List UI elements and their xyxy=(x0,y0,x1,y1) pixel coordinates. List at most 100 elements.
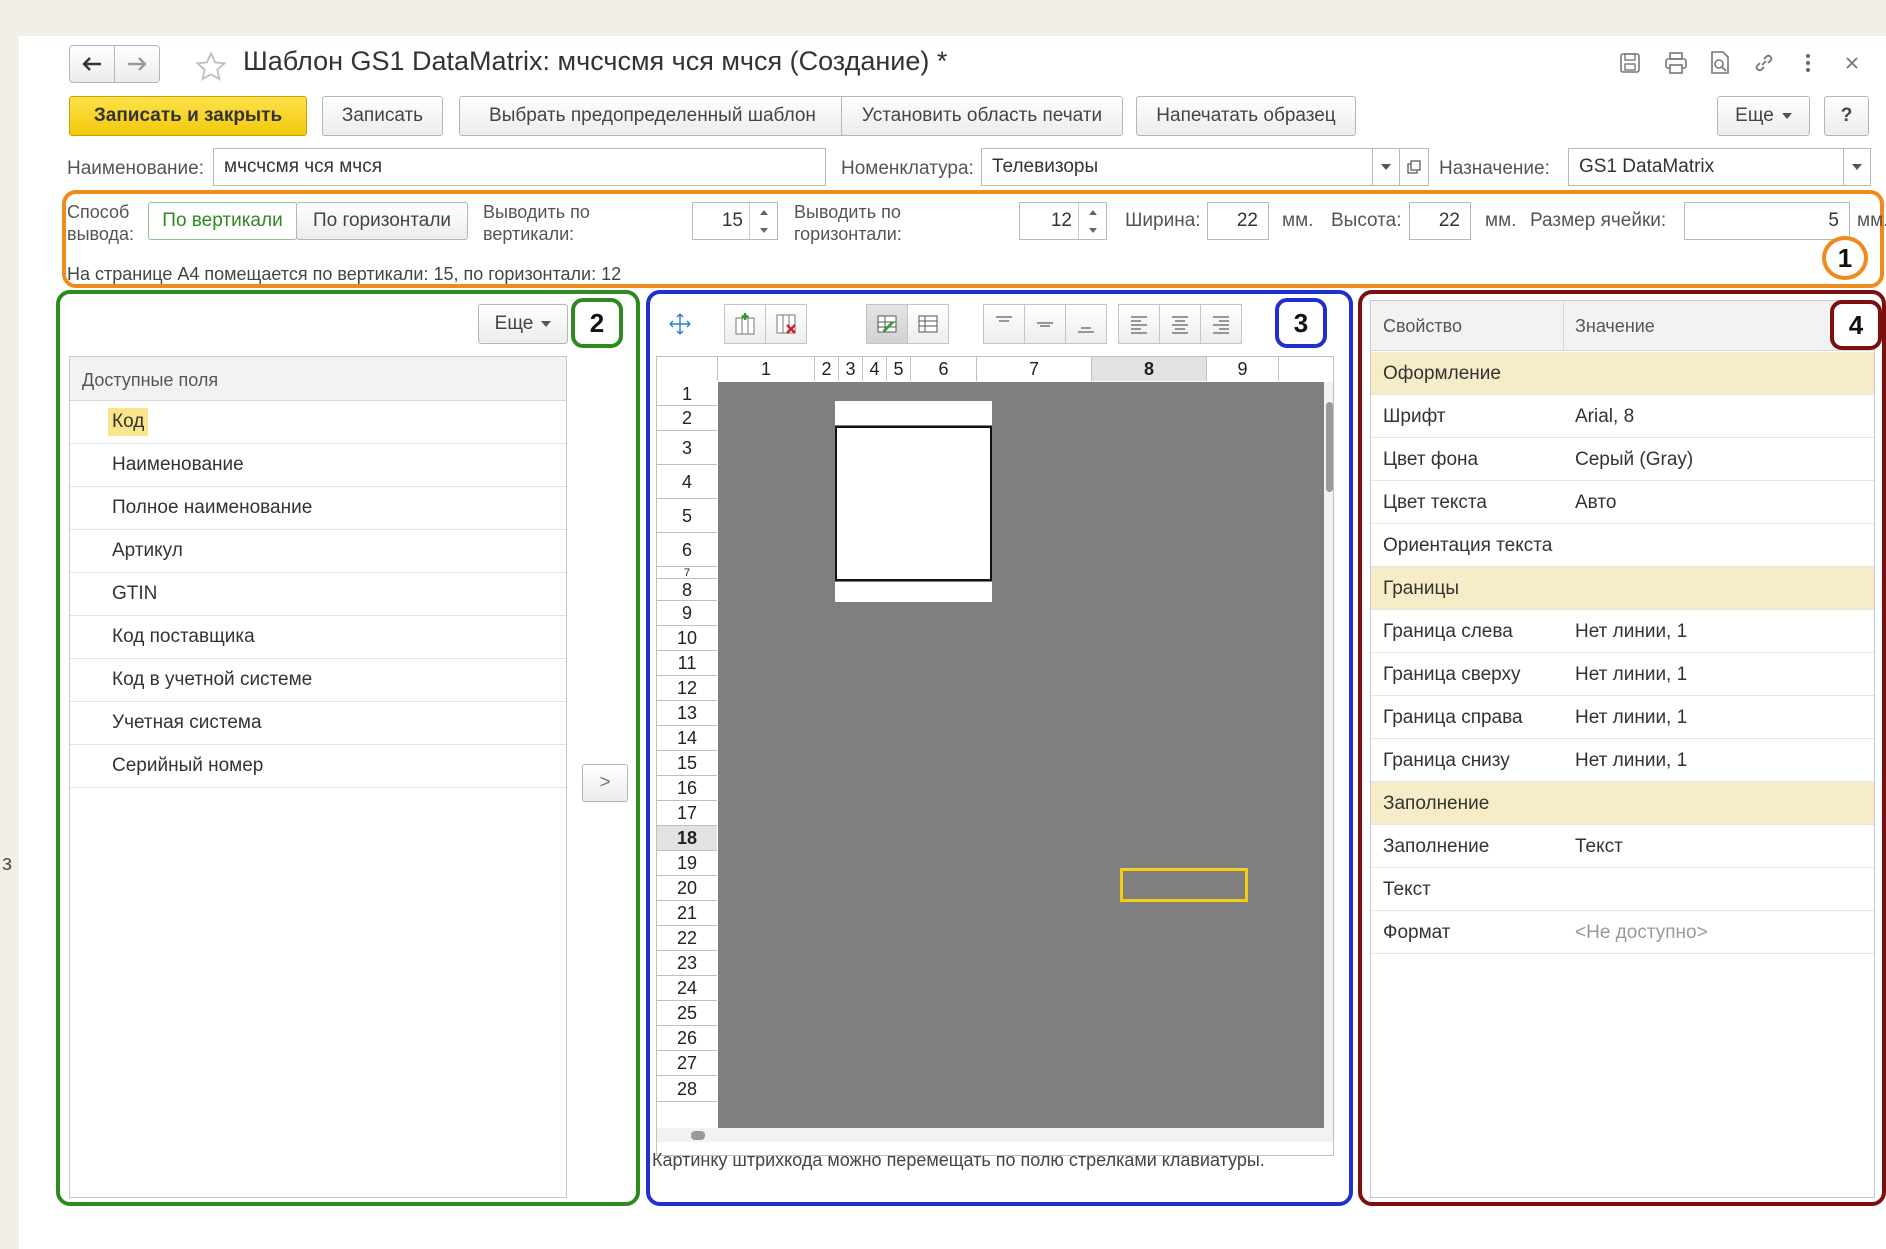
more-menu-button[interactable]: Еще xyxy=(1717,96,1810,136)
set-print-area-button[interactable]: Установить область печати xyxy=(841,96,1123,136)
column-header[interactable]: 5 xyxy=(887,357,911,381)
fields-more-button[interactable]: Еще xyxy=(478,304,568,344)
delete-column-button[interactable] xyxy=(765,304,807,344)
column-header[interactable]: 8 xyxy=(1092,357,1207,381)
list-item[interactable]: Код xyxy=(70,401,566,444)
name-input[interactable]: мчсчсмя чся мчся xyxy=(213,148,826,186)
column-header[interactable]: 2 xyxy=(815,357,839,381)
row-header[interactable]: 10 xyxy=(657,626,717,651)
purpose-dropdown[interactable] xyxy=(1843,148,1871,186)
property-group-row[interactable]: Границы xyxy=(1371,567,1874,610)
row-header[interactable]: 16 xyxy=(657,776,717,801)
row-header[interactable]: 26 xyxy=(657,1026,717,1051)
add-field-button[interactable]: > xyxy=(582,764,628,802)
property-row[interactable]: Формат <Не доступно> xyxy=(1371,911,1874,954)
property-row[interactable]: Текст xyxy=(1371,868,1874,911)
row-header[interactable]: 11 xyxy=(657,651,717,676)
row-header[interactable]: 8 xyxy=(657,579,717,601)
width-input[interactable]: 22 xyxy=(1207,202,1269,240)
property-group-row[interactable]: Оформление xyxy=(1371,352,1874,395)
column-header[interactable]: 9 xyxy=(1207,357,1279,381)
row-header[interactable]: 1 xyxy=(657,382,717,406)
align-center-button[interactable] xyxy=(1159,304,1201,344)
list-item[interactable]: Серийный номер xyxy=(70,745,566,788)
property-row[interactable]: Граница снизу Нет линии, 1 xyxy=(1371,739,1874,782)
row-header[interactable]: 20 xyxy=(657,876,717,901)
print-sample-button[interactable]: Напечатать образец xyxy=(1136,96,1356,136)
close-icon[interactable] xyxy=(1837,48,1867,78)
purpose-input[interactable]: GS1 DataMatrix xyxy=(1568,148,1844,186)
nomenclature-input[interactable]: Телевизоры xyxy=(981,148,1373,186)
height-input[interactable]: 22 xyxy=(1409,202,1471,240)
save-and-close-button[interactable]: Записать и закрыть xyxy=(69,96,307,136)
more-vertical-icon[interactable] xyxy=(1793,48,1823,78)
help-button[interactable]: ? xyxy=(1824,96,1869,136)
list-item[interactable]: Учетная система xyxy=(70,702,566,745)
column-header[interactable]: 3 xyxy=(839,357,863,381)
forward-button[interactable] xyxy=(114,45,160,83)
favorite-star-icon[interactable] xyxy=(193,49,229,85)
row-header[interactable]: 13 xyxy=(657,701,717,726)
list-item[interactable]: Артикул xyxy=(70,530,566,573)
row-header[interactable]: 2 xyxy=(657,406,717,431)
save-button[interactable]: Записать xyxy=(322,96,443,136)
list-item[interactable]: Полное наименование xyxy=(70,487,566,530)
row-header[interactable]: 23 xyxy=(657,951,717,976)
nomenclature-dropdown[interactable] xyxy=(1372,148,1400,186)
property-row[interactable]: Заполнение Текст xyxy=(1371,825,1874,868)
row-header[interactable]: 12 xyxy=(657,676,717,701)
property-group-row[interactable]: Заполнение xyxy=(1371,782,1874,825)
selected-cell[interactable] xyxy=(1120,868,1248,902)
nomenclature-open-button[interactable] xyxy=(1399,148,1429,186)
column-header[interactable]: 6 xyxy=(911,357,977,381)
property-row[interactable]: Граница справа Нет линии, 1 xyxy=(1371,696,1874,739)
align-left-button[interactable] xyxy=(1118,304,1160,344)
row-header[interactable]: 7 xyxy=(657,567,717,579)
list-item[interactable]: Код поставщика xyxy=(70,616,566,659)
row-header[interactable]: 24 xyxy=(657,976,717,1001)
output-vertical-stepper[interactable] xyxy=(749,203,777,239)
column-header[interactable]: 4 xyxy=(863,357,887,381)
row-header[interactable]: 15 xyxy=(657,751,717,776)
vertical-mode-button[interactable]: По вертикали xyxy=(148,202,297,240)
row-header[interactable]: 25 xyxy=(657,1001,717,1026)
table-view-button[interactable] xyxy=(907,304,949,344)
row-header[interactable]: 18 xyxy=(657,826,717,851)
property-row[interactable]: Цвет текста Авто xyxy=(1371,481,1874,524)
row-header[interactable]: 14 xyxy=(657,726,717,751)
align-right-button[interactable] xyxy=(1200,304,1242,344)
horizontal-mode-button[interactable]: По горизонтали xyxy=(296,202,468,240)
save-disk-icon[interactable] xyxy=(1615,48,1645,78)
back-button[interactable] xyxy=(69,45,115,83)
row-header[interactable]: 3 xyxy=(657,431,717,465)
cell-size-input[interactable]: 5 xyxy=(1684,202,1850,240)
vertical-scrollbar[interactable] xyxy=(1324,382,1333,1128)
align-middle-button[interactable] xyxy=(1024,304,1066,344)
barcode-image[interactable] xyxy=(835,426,992,581)
row-header[interactable]: 19 xyxy=(657,851,717,876)
choose-template-button[interactable]: Выбрать предопределенный шаблон xyxy=(459,96,846,136)
property-row[interactable]: Ориентация текста xyxy=(1371,524,1874,567)
row-header[interactable]: 22 xyxy=(657,926,717,951)
row-header[interactable]: 28 xyxy=(657,1076,717,1102)
horizontal-scrollbar[interactable] xyxy=(657,1128,1333,1142)
horizontal-scroll-thumb[interactable] xyxy=(691,1131,705,1140)
row-header[interactable]: 17 xyxy=(657,801,717,826)
edit-cell-button[interactable] xyxy=(866,304,908,344)
insert-column-button[interactable] xyxy=(724,304,766,344)
print-icon[interactable] xyxy=(1661,48,1691,78)
list-item[interactable]: GTIN xyxy=(70,573,566,616)
row-header[interactable]: 4 xyxy=(657,465,717,499)
align-bottom-button[interactable] xyxy=(1065,304,1107,344)
row-header[interactable]: 9 xyxy=(657,601,717,626)
list-item[interactable]: Код в учетной системе xyxy=(70,659,566,702)
property-row[interactable]: Цвет фона Серый (Gray) xyxy=(1371,438,1874,481)
row-header[interactable]: 27 xyxy=(657,1051,717,1076)
row-header[interactable]: 21 xyxy=(657,901,717,926)
property-row[interactable]: Шрифт Arial, 8 xyxy=(1371,395,1874,438)
property-row[interactable]: Граница сверху Нет линии, 1 xyxy=(1371,653,1874,696)
layout-grid[interactable]: 123456789 1 2 3 4 5 6 7 8 9 10 11 12 13 14 15 16 17 18 19 2… xyxy=(656,356,1334,1156)
align-top-button[interactable] xyxy=(983,304,1025,344)
print-preview-icon[interactable] xyxy=(1705,48,1735,78)
row-header[interactable]: 5 xyxy=(657,499,717,533)
